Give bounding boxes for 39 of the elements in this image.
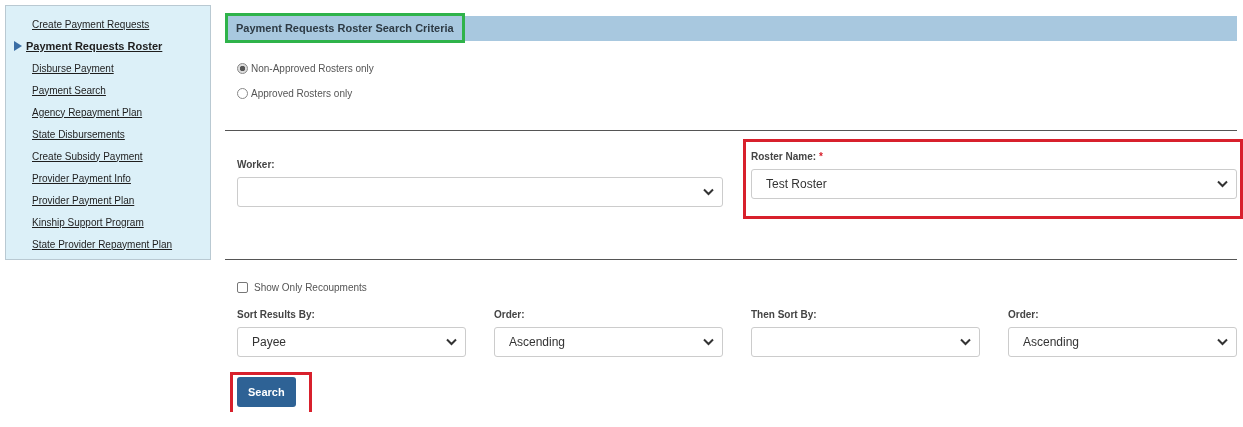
section-title: Payment Requests Roster Search Criteria [225, 13, 465, 43]
chevron-down-icon [960, 338, 971, 346]
field-label: Sort Results By: [237, 309, 316, 320]
checkbox[interactable] [237, 282, 248, 293]
sidebar-link[interactable]: Disburse Payment [32, 62, 114, 74]
sort-select[interactable]: Payee [237, 327, 466, 357]
radio-option[interactable]: Non-Approved Rosters only [237, 61, 1237, 75]
chevron-down-icon [703, 338, 714, 346]
field-label: Worker: [237, 159, 276, 170]
required-mark: * [819, 151, 823, 162]
sidebar-link[interactable]: Payment Search [32, 84, 106, 96]
field-label: Order: [1008, 309, 1040, 320]
field-label: Order: [494, 309, 526, 320]
sidebar-link[interactable]: State Disbursements [32, 128, 125, 140]
roster-name-select[interactable]: Test Roster [751, 169, 1237, 199]
sort-select[interactable]: Ascending [494, 327, 723, 357]
caret-icon [14, 41, 22, 51]
field-label: Then Sort By: [751, 309, 818, 320]
radio-button[interactable] [237, 62, 248, 74]
sidebar-link[interactable]: State Provider Repayment Plan [32, 238, 173, 250]
sidebar-link[interactable]: Kinship Support Program [32, 216, 144, 228]
sidebar-link[interactable]: Payment Requests Roster [26, 40, 163, 52]
sidebar-link[interactable]: Create Payment Requests [32, 18, 150, 30]
sort-select[interactable]: Ascending [1008, 327, 1237, 357]
sort-select[interactable] [751, 327, 980, 357]
sidebar-link[interactable]: Provider Payment Info [32, 172, 131, 184]
sidebar-link[interactable]: Agency Repayment Plan [32, 106, 143, 118]
radio-option[interactable]: Approved Rosters only [237, 86, 1237, 100]
chevron-down-icon [1217, 338, 1228, 346]
worker-select[interactable] [237, 177, 723, 207]
radio-button[interactable] [237, 87, 248, 99]
field-label: Roster Name: * [751, 151, 824, 162]
sidebar-link[interactable]: Create Subsidy Payment [32, 150, 143, 162]
chevron-down-icon [1217, 180, 1228, 188]
search-button[interactable]: Search [237, 377, 296, 407]
chevron-down-icon [703, 188, 714, 196]
checkbox-option[interactable]: Show Only Recoupments [225, 260, 1237, 293]
chevron-down-icon [446, 338, 457, 346]
sidebar-link[interactable]: Provider Payment Plan [32, 194, 135, 206]
